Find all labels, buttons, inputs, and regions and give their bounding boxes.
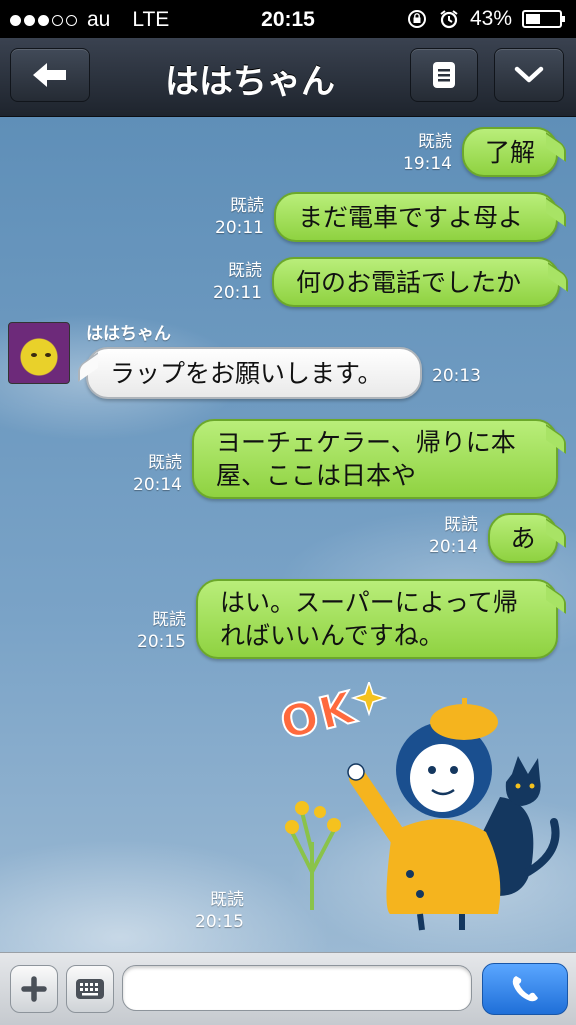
message-time: 19:14	[403, 154, 452, 174]
alarm-icon	[440, 10, 458, 29]
message-time: 20:15	[137, 632, 186, 652]
message-text: はい。スーパーによって帰ればいいんですね。	[220, 588, 518, 650]
message-time: 20:11	[213, 283, 262, 303]
message-text: 何のお電話でしたか	[296, 267, 522, 297]
message-bubble[interactable]: あ	[488, 513, 558, 563]
message-meta: 既読 20:15	[186, 889, 244, 933]
call-button[interactable]	[482, 963, 568, 1015]
phone-icon	[512, 976, 538, 1002]
message-text: まだ電車ですよ母よ	[298, 202, 524, 232]
read-receipt: 既読	[148, 453, 182, 473]
collapse-button[interactable]	[494, 48, 564, 102]
message-text: ヨーチェケラー、帰りに本屋、ここは日本や	[216, 428, 516, 490]
plus-icon	[21, 976, 47, 1002]
message-bubble[interactable]: はい。スーパーによって帰ればいいんですね。	[196, 579, 558, 659]
message-bubble[interactable]: ヨーチェケラー、帰りに本屋、ここは日本や	[192, 419, 558, 499]
message-time: 20:13	[432, 366, 481, 386]
chat-area[interactable]: 既読 19:14 了解 既読 20:11 まだ電車ですよ母よ 既読 20:11 …	[0, 117, 576, 952]
sender-name: ははちゃん	[86, 324, 171, 344]
message-bubble[interactable]: まだ電車ですよ母よ	[274, 192, 558, 242]
menu-button[interactable]	[410, 48, 478, 102]
message-meta: 既読 20:14	[124, 452, 182, 496]
read-receipt: 既読	[444, 515, 478, 535]
message-meta: 既読 20:14	[420, 514, 478, 558]
read-receipt: 既読	[210, 890, 244, 910]
message-bubble[interactable]: 何のお電話でしたか	[272, 257, 560, 307]
keyboard-icon	[76, 979, 104, 999]
battery-percent: 43%	[469, 7, 512, 30]
keyboard-toggle-button[interactable]	[66, 965, 114, 1013]
svg-text:OK: OK	[276, 682, 362, 750]
message-text: あ	[510, 523, 536, 553]
message-input[interactable]	[122, 965, 472, 1011]
message-bubble[interactable]: ラップをお願いします。	[86, 347, 422, 399]
message-text: 了解	[484, 137, 535, 167]
message-input-bar	[0, 952, 576, 1025]
message-time: 20:11	[215, 218, 264, 238]
message-meta: 既読 20:11	[206, 195, 264, 239]
read-receipt: 既読	[418, 132, 452, 152]
read-receipt: 既読	[228, 261, 262, 281]
status-right: 43%	[406, 7, 565, 31]
message-text: ラップをお願いします。	[110, 358, 383, 388]
read-receipt: 既読	[152, 610, 186, 630]
arrow-left-icon	[33, 63, 66, 87]
message-meta: 既読 20:15	[128, 609, 186, 653]
read-receipt: 既読	[230, 196, 264, 216]
ok-sticker[interactable]: OK	[272, 682, 562, 932]
sticker-ok-text: OK	[275, 682, 363, 751]
message-time: 20:14	[429, 537, 478, 557]
message-meta: 既読 20:11	[204, 260, 262, 304]
rotation-lock-icon	[407, 10, 426, 28]
message-time: 20:14	[133, 475, 182, 495]
chevron-down-icon	[514, 66, 544, 83]
chat-header: ははちゃん	[0, 38, 576, 117]
message-bubble[interactable]: 了解	[462, 127, 558, 177]
battery-icon	[522, 10, 565, 28]
avatar[interactable]	[8, 322, 70, 384]
back-button[interactable]	[10, 48, 90, 102]
add-button[interactable]	[10, 965, 58, 1013]
chat-title: ははちゃん	[165, 62, 335, 102]
status-bar: au LTE 20:15 43%	[0, 0, 576, 38]
message-meta: 既読 19:14	[394, 131, 452, 175]
menu-icon	[433, 62, 455, 88]
message-time: 20:15	[195, 912, 244, 932]
